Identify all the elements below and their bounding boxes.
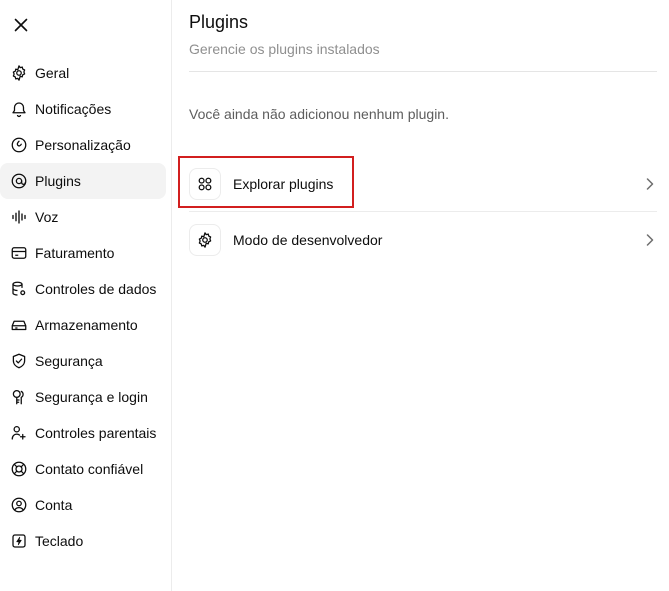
credit-card-icon <box>10 244 28 262</box>
settings-nav: Geral Notificações Personalização Plugin… <box>0 55 172 559</box>
header-divider <box>189 71 657 72</box>
grid-icon <box>189 168 221 200</box>
empty-state-message: Você ainda não adicionou nenhum plugin. <box>189 106 449 122</box>
sidebar-item-controles-de-dados[interactable]: Controles de dados <box>0 271 166 307</box>
sidebar-item-geral[interactable]: Geral <box>0 55 166 91</box>
sidebar-item-label: Voz <box>35 209 59 225</box>
sidebar-item-seguranca-e-login[interactable]: Segurança e login <box>0 379 166 415</box>
sidebar-item-label: Geral <box>35 65 70 81</box>
sidebar-item-personalizacao[interactable]: Personalização <box>0 127 166 163</box>
sidebar-item-label: Armazenamento <box>35 317 138 333</box>
gear-icon <box>10 64 28 82</box>
sidebar-item-label: Plugins <box>35 173 81 189</box>
sidebar-item-armazenamento[interactable]: Armazenamento <box>0 307 166 343</box>
sidebar-item-label: Personalização <box>35 137 131 153</box>
page-subtitle: Gerencie os plugins instalados <box>189 41 380 57</box>
plugins-panel: Plugins Gerencie os plugins instalados V… <box>189 0 657 591</box>
user-circle-icon <box>10 496 28 514</box>
sidebar-item-conta[interactable]: Conta <box>0 487 166 523</box>
explore-plugins-button[interactable]: Explorar plugins <box>189 156 657 212</box>
sidebar-item-teclado[interactable]: Teclado <box>0 523 166 559</box>
lightning-key-icon <box>10 532 28 550</box>
personalization-icon <box>10 136 28 154</box>
parental-controls-icon <box>10 424 28 442</box>
sidebar-item-label: Conta <box>35 497 73 513</box>
chevron-right-icon <box>643 233 657 247</box>
sidebar-item-label: Controles parentais <box>35 425 157 441</box>
settings-sidebar: Geral Notificações Personalização Plugin… <box>0 0 172 591</box>
shield-check-icon <box>10 352 28 370</box>
close-icon <box>14 18 28 32</box>
voice-waveform-icon <box>10 208 28 226</box>
sidebar-item-faturamento[interactable]: Faturamento <box>0 235 166 271</box>
sidebar-item-label: Faturamento <box>35 245 115 261</box>
page-title: Plugins <box>189 12 249 32</box>
sidebar-item-notificacoes[interactable]: Notificações <box>0 91 166 127</box>
bell-icon <box>10 100 28 118</box>
key-icon <box>10 388 28 406</box>
sidebar-item-label: Contato confiável <box>35 461 144 477</box>
sidebar-item-plugins[interactable]: Plugins <box>0 163 166 199</box>
close-button[interactable] <box>8 12 34 38</box>
chevron-right-icon <box>643 177 657 191</box>
lifebuoy-icon <box>10 460 28 478</box>
sidebar-item-voz[interactable]: Voz <box>0 199 166 235</box>
sidebar-item-label: Notificações <box>35 101 112 117</box>
sidebar-item-label: Segurança e login <box>35 389 148 405</box>
sidebar-item-contato-confiavel[interactable]: Contato confiável <box>0 451 166 487</box>
database-gear-icon <box>10 280 28 298</box>
storage-icon <box>10 316 28 334</box>
developer-mode-label: Modo de desenvolvedor <box>233 232 383 248</box>
sidebar-item-label: Controles de dados <box>35 281 157 297</box>
sidebar-item-controles-parentais[interactable]: Controles parentais <box>0 415 166 451</box>
gear-icon <box>189 224 221 256</box>
sidebar-item-seguranca[interactable]: Segurança <box>0 343 166 379</box>
developer-mode-button[interactable]: Modo de desenvolvedor <box>189 212 657 268</box>
explore-plugins-label: Explorar plugins <box>233 176 334 192</box>
plugin-icon <box>10 172 28 190</box>
sidebar-item-label: Teclado <box>35 533 84 549</box>
sidebar-item-label: Segurança <box>35 353 103 369</box>
